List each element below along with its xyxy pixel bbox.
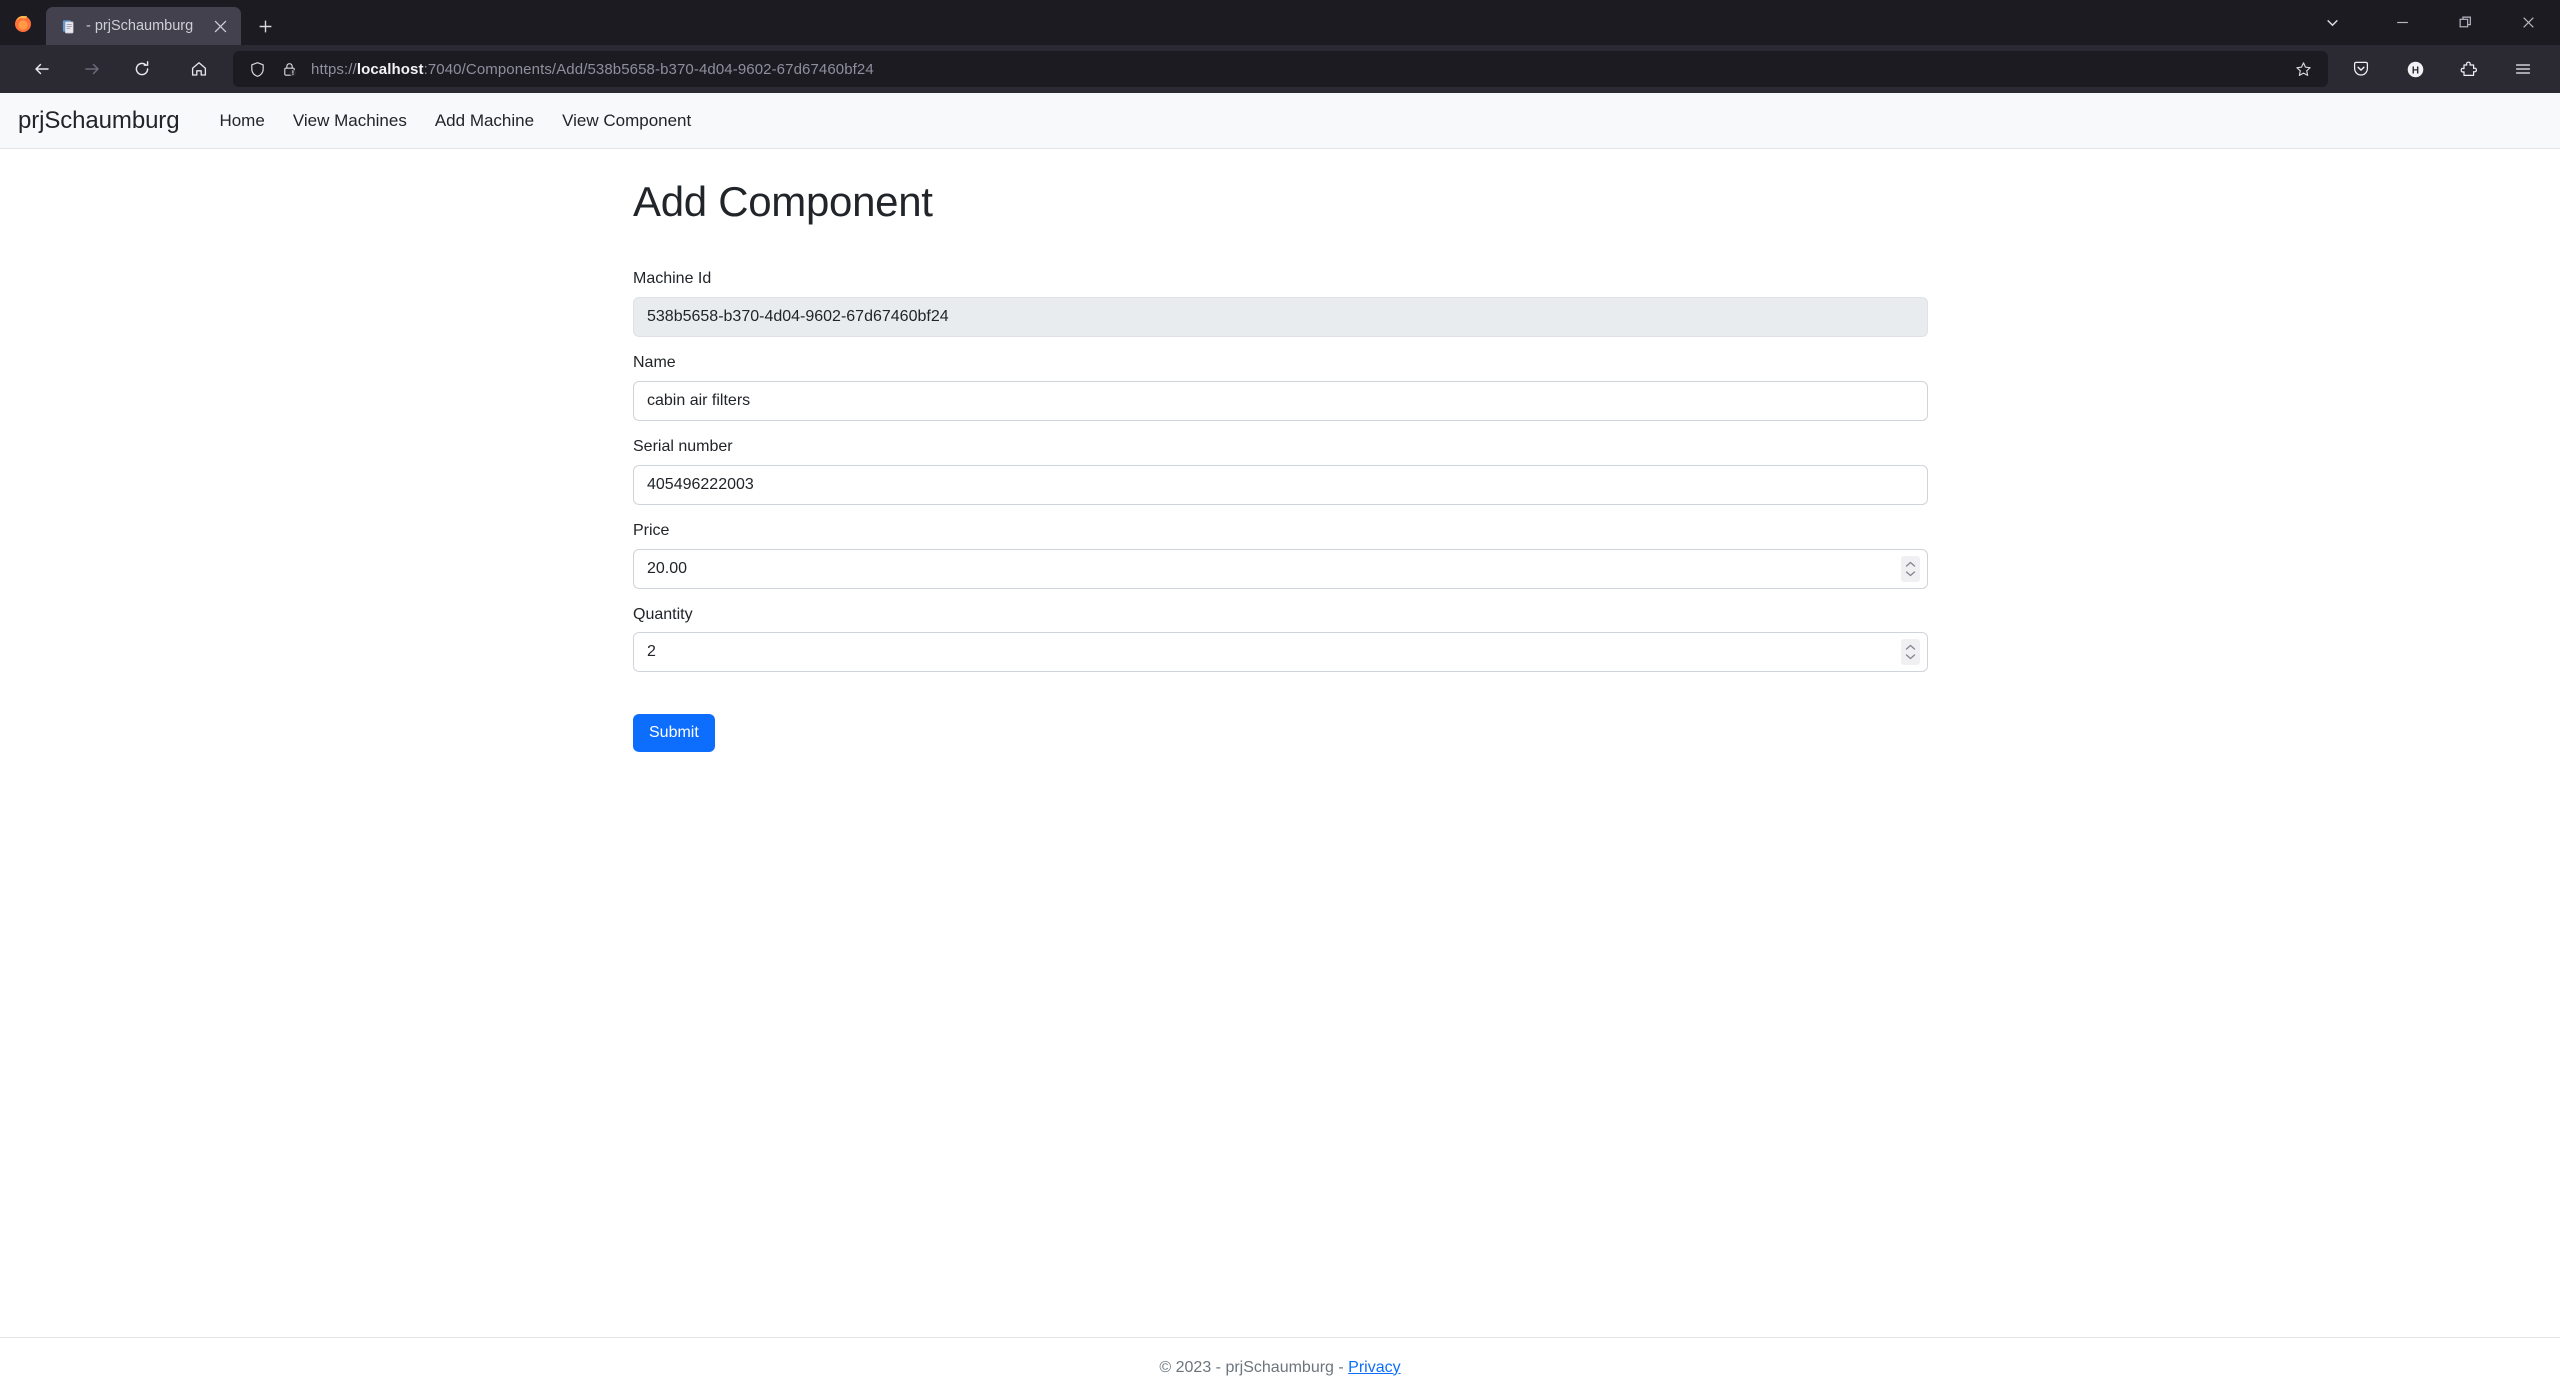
machine-id-input: 538b5658-b370-4d04-9602-67d67460bf24	[633, 297, 1928, 338]
nav-link-home[interactable]: Home	[205, 103, 278, 139]
site-footer: © 2023 - prjSchaumburg - Privacy	[0, 1337, 2560, 1397]
footer-text: © 2023 - prjSchaumburg - Privacy	[1159, 1359, 1400, 1377]
nav-link-view-machines[interactable]: View Machines	[279, 103, 421, 139]
field-group-serial-number: Serial number 405496222003	[633, 437, 1928, 505]
form-column: Add Component Machine Id 538b5658-b370-4…	[633, 149, 1928, 753]
site-nav-links: Home View Machines Add Machine View Comp…	[205, 103, 705, 139]
url-scheme: https://	[311, 60, 357, 78]
toolbar-right-icons: H	[2334, 51, 2550, 87]
label-machine-id: Machine Id	[633, 270, 712, 288]
nav-link-add-machine[interactable]: Add Machine	[421, 103, 548, 139]
quantity-input[interactable]: 2	[633, 632, 1928, 673]
chevron-down-icon	[1905, 654, 1916, 660]
privacy-link[interactable]: Privacy	[1348, 1359, 1400, 1376]
firefox-logo-icon	[0, 0, 46, 45]
add-component-form: Machine Id 538b5658-b370-4d04-9602-67d67…	[633, 269, 1928, 753]
field-group-name: Name cabin air filters	[633, 353, 1928, 421]
nav-link-view-component[interactable]: View Component	[548, 103, 705, 139]
hamburger-menu-icon[interactable]	[2503, 51, 2543, 87]
restore-button[interactable]	[2434, 0, 2497, 45]
browser-toolbar: https://localhost:7040/Components/Add/53…	[0, 45, 2560, 93]
quantity-stepper[interactable]	[1901, 639, 1920, 666]
svg-text:H: H	[2411, 65, 2418, 76]
label-quantity: Quantity	[633, 605, 693, 623]
page-title: Add Component	[633, 178, 933, 225]
url-bar[interactable]: https://localhost:7040/Components/Add/53…	[233, 51, 2328, 87]
minimize-button[interactable]	[2371, 0, 2434, 45]
content-area: Add Component Machine Id 538b5658-b370-4…	[0, 149, 2560, 1397]
site-brand[interactable]: prjSchaumburg	[18, 107, 180, 135]
chevron-up-icon	[1905, 645, 1916, 651]
star-icon[interactable]	[2286, 53, 2320, 85]
reload-icon[interactable]	[122, 51, 162, 87]
browser-tab[interactable]: - prjSchaumburg	[46, 7, 241, 45]
name-value: cabin air filters	[647, 391, 751, 409]
serial-number-value: 405496222003	[647, 475, 754, 493]
document-icon	[60, 18, 77, 35]
label-price: Price	[633, 521, 670, 539]
field-group-machine-id: Machine Id 538b5658-b370-4d04-9602-67d67…	[633, 269, 1928, 338]
page-viewport: prjSchaumburg Home View Machines Add Mac…	[0, 93, 2560, 1397]
field-group-price: Price 20.00	[633, 521, 1928, 589]
site-navbar: prjSchaumburg Home View Machines Add Mac…	[0, 93, 2560, 149]
serial-number-input[interactable]: 405496222003	[633, 464, 1928, 505]
close-icon[interactable]	[209, 15, 231, 37]
forward-icon	[72, 51, 112, 87]
url-path: :7040/Components/Add/538b5658-b370-4d04-…	[423, 60, 874, 78]
url-text[interactable]: https://localhost:7040/Components/Add/53…	[311, 61, 2286, 78]
name-input[interactable]: cabin air filters	[633, 380, 1928, 421]
field-group-quantity: Quantity 2	[633, 605, 1928, 673]
url-host: localhost	[356, 60, 424, 78]
tab-strip: - prjSchaumburg	[0, 0, 2560, 45]
label-serial-number: Serial number	[633, 437, 733, 455]
tab-title: - prjSchaumburg	[86, 18, 194, 34]
price-value: 20.00	[647, 559, 688, 577]
new-tab-button[interactable]	[248, 9, 282, 43]
label-name: Name	[633, 354, 676, 372]
home-icon[interactable]	[179, 51, 219, 87]
machine-id-value: 538b5658-b370-4d04-9602-67d67460bf24	[647, 308, 949, 326]
browser-window: - prjSchaumburg https://localhost:7040/C…	[0, 0, 2560, 1397]
close-window-button[interactable]	[2497, 0, 2560, 45]
submit-button[interactable]: Submit	[633, 714, 715, 753]
chevron-down-icon	[1905, 570, 1916, 576]
footer-copyright: © 2023 - prjSchaumburg -	[1159, 1358, 1349, 1376]
quantity-value: 2	[647, 643, 656, 661]
back-icon[interactable]	[22, 51, 62, 87]
account-badge-icon[interactable]: H	[2395, 51, 2435, 87]
shield-icon[interactable]	[241, 53, 273, 85]
price-stepper[interactable]	[1901, 555, 1920, 582]
tab-list-chevron-down-icon[interactable]	[2293, 0, 2371, 45]
extension-icon[interactable]	[2449, 51, 2489, 87]
price-input[interactable]: 20.00	[633, 548, 1928, 589]
window-controls	[2293, 0, 2560, 45]
pocket-icon[interactable]	[2341, 51, 2381, 87]
chevron-up-icon	[1905, 561, 1916, 567]
lock-warning-icon[interactable]	[273, 53, 305, 85]
